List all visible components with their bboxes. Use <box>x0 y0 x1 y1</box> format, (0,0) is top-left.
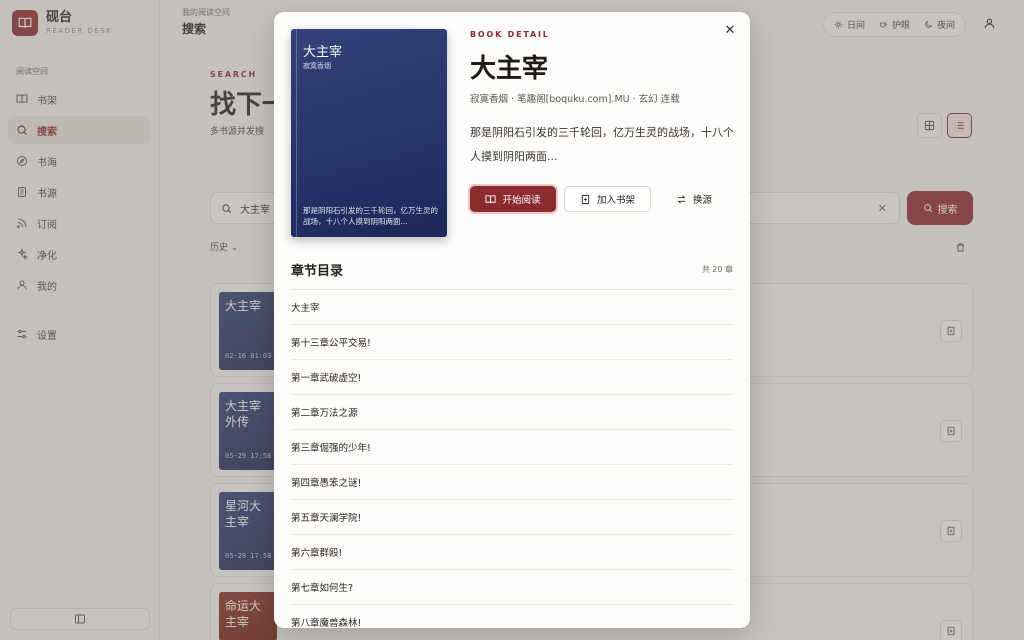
toc-count: 共 20 章 <box>701 265 733 274</box>
start-reading-button[interactable]: 开始阅读 <box>470 186 556 212</box>
book-cover: 大主宰 寂寞香烟 那是阴阳石引发的三千轮回，亿万生灵的战场，十八个人摸到阴阳两面… <box>291 29 447 237</box>
chapter-item[interactable]: 第四章愚笨之谜! <box>291 465 733 500</box>
start-reading-label: 开始阅读 <box>502 195 541 206</box>
add-to-shelf-button[interactable]: 加入书架 <box>564 186 651 212</box>
bookmark-add-icon <box>581 194 590 204</box>
chapter-item[interactable]: 第三章倔强的少年! <box>291 430 733 465</box>
swap-icon <box>677 195 686 203</box>
change-source-label: 换源 <box>692 195 712 206</box>
cover-description: 那是阴阳石引发的三千轮回，亿万生灵的战场，十八个人摸到阴阳两面... <box>303 206 438 226</box>
chapter-item[interactable]: 第六章群殴! <box>291 535 733 570</box>
chapter-item[interactable]: 第二章万法之源 <box>291 395 733 430</box>
change-source-button[interactable]: 换源 <box>659 186 729 212</box>
chapter-item[interactable]: 第五章天澜学院! <box>291 500 733 535</box>
add-to-shelf-label: 加入书架 <box>596 195 635 206</box>
chapter-item[interactable]: 第八章魔兽森林! <box>291 605 733 628</box>
book-author: 寂寞香烟 <box>470 94 509 105</box>
chapter-list: 大主宰 第十三章公平交易! 第一章武破虚空! 第二章万法之源 第三章倔强的少年!… <box>291 290 733 628</box>
meta-separator: · <box>629 94 639 105</box>
cover-title: 大主宰 <box>303 45 343 60</box>
cover-author: 寂寞香烟 <box>303 62 331 70</box>
book-genre: 玄幻 连载 <box>638 94 680 105</box>
book-meta: 寂寞香烟 · 笔趣阁[boquku.com].MU · 玄幻 连载 <box>470 91 680 105</box>
book-description: 那是阴阳石引发的三千轮回，亿万生灵的战场，十八个人摸到阴阳两面... <box>470 126 734 163</box>
book-open-icon <box>485 194 497 203</box>
close-icon[interactable]: ✕ <box>722 22 738 38</box>
chapter-item[interactable]: 第一章武破虚空! <box>291 360 733 395</box>
chapter-item[interactable]: 第十三章公平交易! <box>291 325 733 360</box>
meta-separator: · <box>508 94 518 105</box>
book-title: 大主宰 <box>470 54 549 84</box>
book-source: 笔趣阁[boquku.com].MU <box>517 94 630 105</box>
toc-header: 章节目录 共 20 章 <box>291 260 733 290</box>
chapter-item[interactable]: 大主宰 <box>291 290 733 325</box>
modal-kicker: BOOK DETAIL <box>470 30 550 39</box>
book-detail-modal: ✕ 大主宰 寂寞香烟 那是阴阳石引发的三千轮回，亿万生灵的战场，十八个人摸到阴阳… <box>274 12 750 628</box>
toc-title: 章节目录 <box>291 264 344 279</box>
chapter-item[interactable]: 第七章如何生? <box>291 570 733 605</box>
